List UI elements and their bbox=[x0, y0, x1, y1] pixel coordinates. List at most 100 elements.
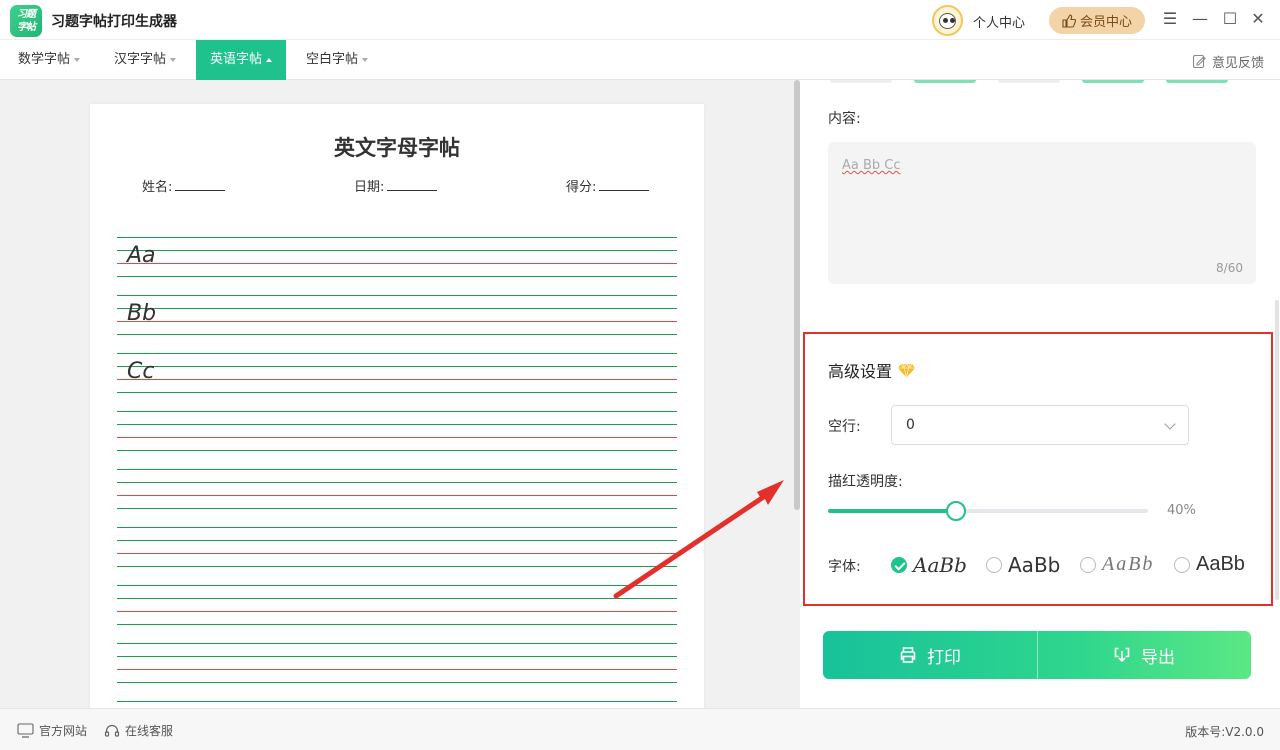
font-option-1[interactable]: AaBb bbox=[891, 553, 967, 577]
writing-line-group bbox=[117, 643, 677, 701]
writing-line-group bbox=[117, 527, 677, 585]
edit-icon bbox=[1192, 54, 1206, 69]
writing-lines: Aa Bb Cc bbox=[117, 237, 677, 708]
option-chip[interactable] bbox=[914, 80, 976, 83]
maximize-icon[interactable]: ☐ bbox=[1220, 9, 1240, 29]
guide-line-green bbox=[117, 566, 677, 567]
tab-english[interactable]: 英语字帖 bbox=[196, 40, 287, 80]
char-count: 8/60 bbox=[1216, 261, 1243, 275]
letter-pair: Bb bbox=[127, 301, 157, 326]
writing-line-group bbox=[117, 469, 677, 527]
version-label: 版本号:V2.0.0 bbox=[1185, 725, 1264, 739]
font-option-radio[interactable] bbox=[1080, 556, 1096, 573]
tab-blank[interactable]: 空白字帖 bbox=[298, 40, 376, 80]
blank-rows-select[interactable]: 0 bbox=[891, 405, 1189, 445]
worksheet-paper: 英文字母字帖 姓名: 日期: 得分: Aa Bb Cc bbox=[90, 104, 704, 708]
letter-pair: Aa bbox=[127, 243, 156, 268]
writing-line-group bbox=[117, 585, 677, 643]
content-label: 内容: bbox=[828, 111, 861, 127]
font-option-3[interactable]: AaBb bbox=[1080, 553, 1154, 576]
option-chip[interactable] bbox=[1166, 80, 1228, 83]
vip-center-button[interactable]: 会员中心 bbox=[1049, 7, 1145, 34]
export-button[interactable]: 导出 bbox=[1037, 631, 1251, 679]
thumb-up-icon bbox=[1062, 13, 1076, 28]
blank-rows-label: 空行: bbox=[828, 419, 861, 435]
tab-english-label: 英语字帖 bbox=[210, 52, 263, 67]
name-field: 姓名: bbox=[142, 176, 226, 195]
avatar[interactable] bbox=[932, 5, 963, 36]
opacity-slider[interactable] bbox=[828, 501, 1148, 521]
menu-icon[interactable]: ☰ bbox=[1160, 9, 1180, 29]
content-textarea[interactable]: Aa Bb Cc 8/60 bbox=[828, 142, 1256, 284]
guide-line-green bbox=[117, 598, 677, 599]
option-chip[interactable] bbox=[830, 80, 892, 83]
tab-math-label: 数学字帖 bbox=[18, 52, 71, 67]
app-logo: 习题 字帖 bbox=[10, 5, 42, 37]
tab-chinese[interactable]: 汉字字帖 bbox=[106, 40, 184, 80]
chevron-down-icon bbox=[1164, 418, 1176, 430]
minimize-icon[interactable]: — bbox=[1190, 9, 1210, 29]
vip-center-label: 会员中心 bbox=[1079, 15, 1132, 30]
guide-line-green bbox=[117, 450, 677, 451]
panel-scrollbar[interactable] bbox=[1275, 300, 1279, 600]
guide-line-green bbox=[117, 585, 677, 586]
font-option-4[interactable]: AaBb bbox=[1174, 553, 1245, 576]
advanced-settings-section: 高级设置 空行: 0 描红透明度: 40% 字体: AaBb AaBb AaBb… bbox=[803, 332, 1273, 606]
guide-line-green bbox=[117, 295, 677, 296]
official-website-link[interactable]: 官方网站 bbox=[17, 722, 87, 739]
guide-line-green bbox=[117, 508, 677, 509]
logo-text-bottom: 字帖 bbox=[17, 22, 36, 33]
caret-down-icon bbox=[362, 57, 369, 62]
tab-bar: 数学字帖 汉字字帖 英语字帖 空白字帖 意见反馈 bbox=[0, 40, 1280, 80]
user-center-link[interactable]: 个人中心 bbox=[973, 12, 1025, 31]
guide-line-green bbox=[117, 366, 677, 367]
title-bar: 习题 字帖 习题字帖打印生成器 个人中心 会员中心 ☰ — ☐ ✕ bbox=[0, 0, 1280, 40]
avatar-eye-left bbox=[943, 18, 948, 23]
writing-line-group: Bb bbox=[117, 295, 677, 353]
date-field: 日期: bbox=[354, 176, 438, 195]
letter-pair: Cc bbox=[127, 359, 155, 384]
writing-line-group: Cc bbox=[117, 353, 677, 411]
font-option-radio[interactable] bbox=[986, 557, 1002, 573]
score-label: 得分: bbox=[566, 180, 597, 195]
tab-blank-label: 空白字帖 bbox=[306, 52, 359, 67]
font-option-radio[interactable] bbox=[891, 557, 907, 573]
baseline-red bbox=[117, 669, 677, 670]
date-label: 日期: bbox=[354, 180, 385, 195]
printer-icon bbox=[900, 647, 916, 663]
print-button[interactable]: 打印 bbox=[823, 631, 1037, 679]
close-icon[interactable]: ✕ bbox=[1248, 9, 1268, 29]
action-buttons: 打印 导出 bbox=[823, 631, 1251, 679]
caret-down-icon bbox=[74, 57, 81, 62]
option-chip[interactable] bbox=[998, 80, 1060, 83]
baseline-red bbox=[117, 553, 677, 554]
baseline-red bbox=[117, 611, 677, 612]
option-chip[interactable] bbox=[1082, 80, 1144, 83]
option-chips bbox=[830, 80, 1260, 83]
font-sample-2: AaBb bbox=[1008, 553, 1061, 577]
date-blank bbox=[387, 180, 438, 191]
name-label: 姓名: bbox=[142, 180, 173, 195]
guide-line-green bbox=[117, 469, 677, 470]
opacity-slider-handle[interactable] bbox=[946, 501, 966, 521]
feedback-label: 意见反馈 bbox=[1211, 56, 1264, 71]
guide-line-green bbox=[117, 308, 677, 309]
guide-line-green bbox=[117, 482, 677, 483]
content-text: Aa Bb Cc bbox=[842, 158, 901, 173]
logo-text-top: 习题 bbox=[17, 9, 36, 20]
writing-line-group bbox=[117, 701, 677, 708]
guide-line-green bbox=[117, 682, 677, 683]
score-field: 得分: bbox=[566, 176, 650, 195]
avatar-eye-right bbox=[950, 18, 955, 23]
export-label: 导出 bbox=[1141, 647, 1175, 668]
font-option-2[interactable]: AaBb bbox=[986, 553, 1060, 577]
blank-rows-value: 0 bbox=[906, 417, 915, 433]
online-support-link[interactable]: 在线客服 bbox=[104, 722, 173, 739]
status-bar: 官方网站 在线客服 版本号:V2.0.0 bbox=[0, 708, 1280, 750]
font-option-radio[interactable] bbox=[1174, 556, 1190, 573]
tab-math[interactable]: 数学字帖 bbox=[10, 40, 88, 80]
feedback-link[interactable]: 意见反馈 bbox=[1192, 52, 1264, 71]
app-title: 习题字帖打印生成器 bbox=[51, 14, 177, 30]
guide-line-green bbox=[117, 392, 677, 393]
font-label: 字体: bbox=[828, 559, 861, 575]
